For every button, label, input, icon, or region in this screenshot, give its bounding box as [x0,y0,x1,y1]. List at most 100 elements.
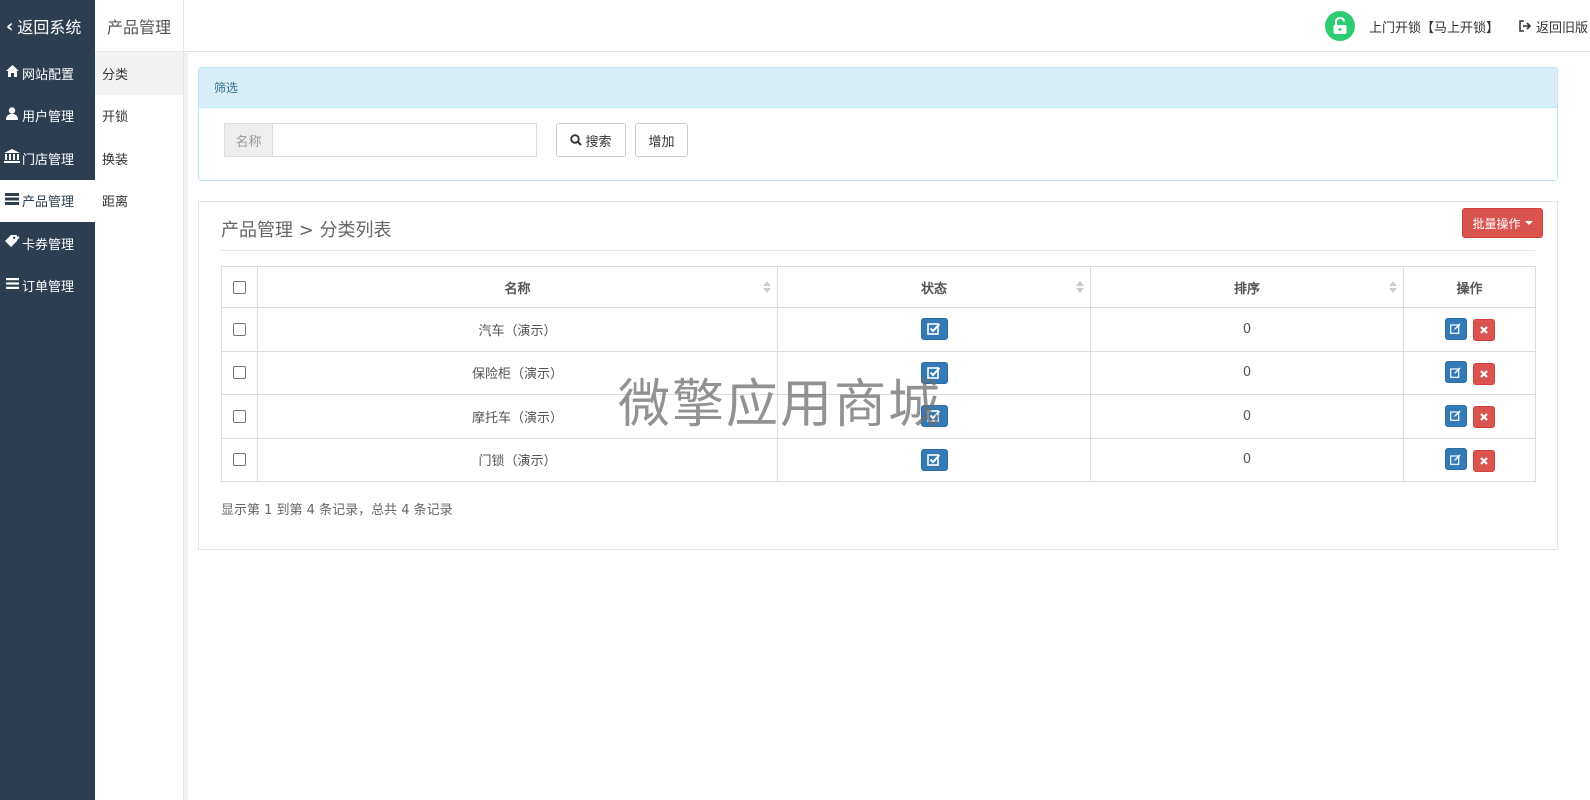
table-row: 摩托车（演示） 0 [221,394,1536,439]
chevron-left-icon: ‹ [6,15,14,37]
row-checkbox[interactable] [233,409,246,423]
filter-panel: 筛选 名称 搜索 增加 [198,67,1558,181]
check-square-icon [927,453,941,466]
top-header: 上门开锁【马上开锁】 返回旧版 [184,0,1590,52]
edit-button[interactable] [1444,448,1467,470]
table-row: 门锁（演示） 0 [221,437,1536,482]
back-old-version-link[interactable]: 返回旧版 [1536,17,1588,36]
status-toggle-button[interactable] [920,448,948,471]
sidebar-item-coupons[interactable]: 卡券管理 [0,222,95,265]
sidebar-item-users[interactable]: 用户管理 [0,95,95,138]
breadcrumb-divider [221,250,1535,251]
row-actions-cell [1403,394,1536,439]
column-header-label: 排序 [1233,281,1260,297]
main-sidebar: ‹ 返回系统 网站配置 用户管理 门店管理 产品管理 卡券管理 订单管理 [0,0,95,800]
sidebar-item-orders[interactable]: 订单管理 [0,265,95,308]
select-all-checkbox[interactable] [233,280,246,294]
close-icon [1479,456,1488,465]
row-status-cell [777,350,1091,395]
pagination-summary: 显示第 1 到第 4 条记录，总共 4 条记录 [221,503,453,518]
sidebar-item-products[interactable]: 产品管理 [0,179,95,222]
sidebar-item-site-config[interactable]: 网站配置 [0,52,95,95]
edit-button[interactable] [1444,361,1467,383]
edit-icon [1450,323,1461,334]
tags-icon [4,234,20,252]
list-panel: 产品管理 > 分类列表 批量操作 名称 状态 排序 操作 汽车（演示） 0 保险… [198,201,1558,550]
sub-item-distance[interactable]: 距离 [95,180,183,223]
status-toggle-button[interactable] [920,318,948,341]
sub-item-install[interactable]: 换装 [95,137,183,180]
sort-icon [1076,281,1084,295]
unlock-service-link[interactable]: 上门开锁【马上开锁】 [1369,17,1499,36]
row-name: 摩托车（演示） [257,394,778,439]
edit-icon [1450,410,1461,421]
home-icon [4,65,20,81]
sidebar-item-stores[interactable]: 门店管理 [0,137,95,180]
row-status-cell [777,437,1091,482]
content-gutter [184,53,188,800]
breadcrumb: 产品管理 > 分类列表 [221,220,392,241]
category-table: 名称 状态 排序 操作 汽车（演示） 0 保险柜（演示） 0 摩托车（演示） 0… [221,266,1536,482]
sidebar-item-label: 卡券管理 [22,237,75,253]
sidebar-item-label: 订单管理 [22,280,75,296]
column-header-label: 状态 [920,281,947,297]
edit-icon [1450,454,1461,465]
delete-button[interactable] [1472,362,1495,385]
row-checkbox[interactable] [233,453,246,467]
row-actions-cell [1403,437,1536,482]
close-icon [1479,369,1488,378]
unlock-icon [1324,11,1355,41]
row-checkbox[interactable] [233,322,246,336]
search-button[interactable]: 搜索 [556,123,626,157]
batch-operation-label: 批量操作 [1472,216,1521,231]
batch-operation-button[interactable]: 批量操作 [1462,208,1543,238]
search-button-label: 搜索 [585,134,612,150]
back-to-system-label: 返回系统 [17,18,82,37]
column-header-sort[interactable]: 排序 [1090,266,1404,308]
row-sort: 0 [1090,307,1404,352]
sub-menu: 产品管理 分类 开锁 换装 距离 [95,0,184,800]
status-toggle-button[interactable] [920,361,948,384]
user-icon [4,107,20,124]
column-header-status[interactable]: 状态 [777,266,1091,308]
sign-out-icon [1519,20,1532,32]
check-square-icon [927,366,941,379]
row-sort: 0 [1090,437,1404,482]
bank-icon [4,149,20,167]
delete-button[interactable] [1472,449,1495,472]
status-toggle-button[interactable] [920,405,948,428]
row-sort: 0 [1090,350,1404,395]
close-icon [1479,326,1488,334]
row-actions-cell [1403,307,1536,352]
table-body: 汽车（演示） 0 保险柜（演示） 0 摩托车（演示） 0 门锁（演示） 0 [221,307,1536,482]
row-name: 门锁（演示） [257,437,778,482]
table-row: 汽车（演示） 0 [221,307,1536,352]
edit-button[interactable] [1444,404,1467,427]
row-actions-cell [1403,350,1536,395]
sidebar-item-label: 用户管理 [22,110,75,126]
row-status-cell [777,307,1091,352]
delete-button[interactable] [1472,319,1495,341]
column-header-label: 操作 [1456,281,1483,297]
delete-button[interactable] [1472,406,1495,428]
column-header-name[interactable]: 名称 [257,266,778,308]
row-select-cell [221,350,258,395]
row-sort: 0 [1090,394,1404,439]
back-to-system-link[interactable]: ‹ 返回系统 [0,0,95,52]
sidebar-item-label: 产品管理 [22,195,75,211]
sub-item-category[interactable]: 分类 [95,52,183,95]
edit-button[interactable] [1444,317,1467,340]
sub-item-unlock[interactable]: 开锁 [95,95,183,138]
row-status-cell [777,394,1091,439]
check-square-icon [927,410,941,423]
row-select-cell [221,394,258,439]
name-input-addon: 名称 [225,124,273,156]
sidebar-item-label: 门店管理 [22,152,75,168]
name-search-input[interactable] [273,124,536,156]
row-checkbox[interactable] [233,366,246,380]
table-row: 保险柜（演示） 0 [221,350,1536,395]
caret-down-icon [1524,221,1533,225]
add-button[interactable]: 增加 [635,123,688,157]
name-input-group: 名称 [224,123,537,157]
row-select-cell [221,437,258,482]
